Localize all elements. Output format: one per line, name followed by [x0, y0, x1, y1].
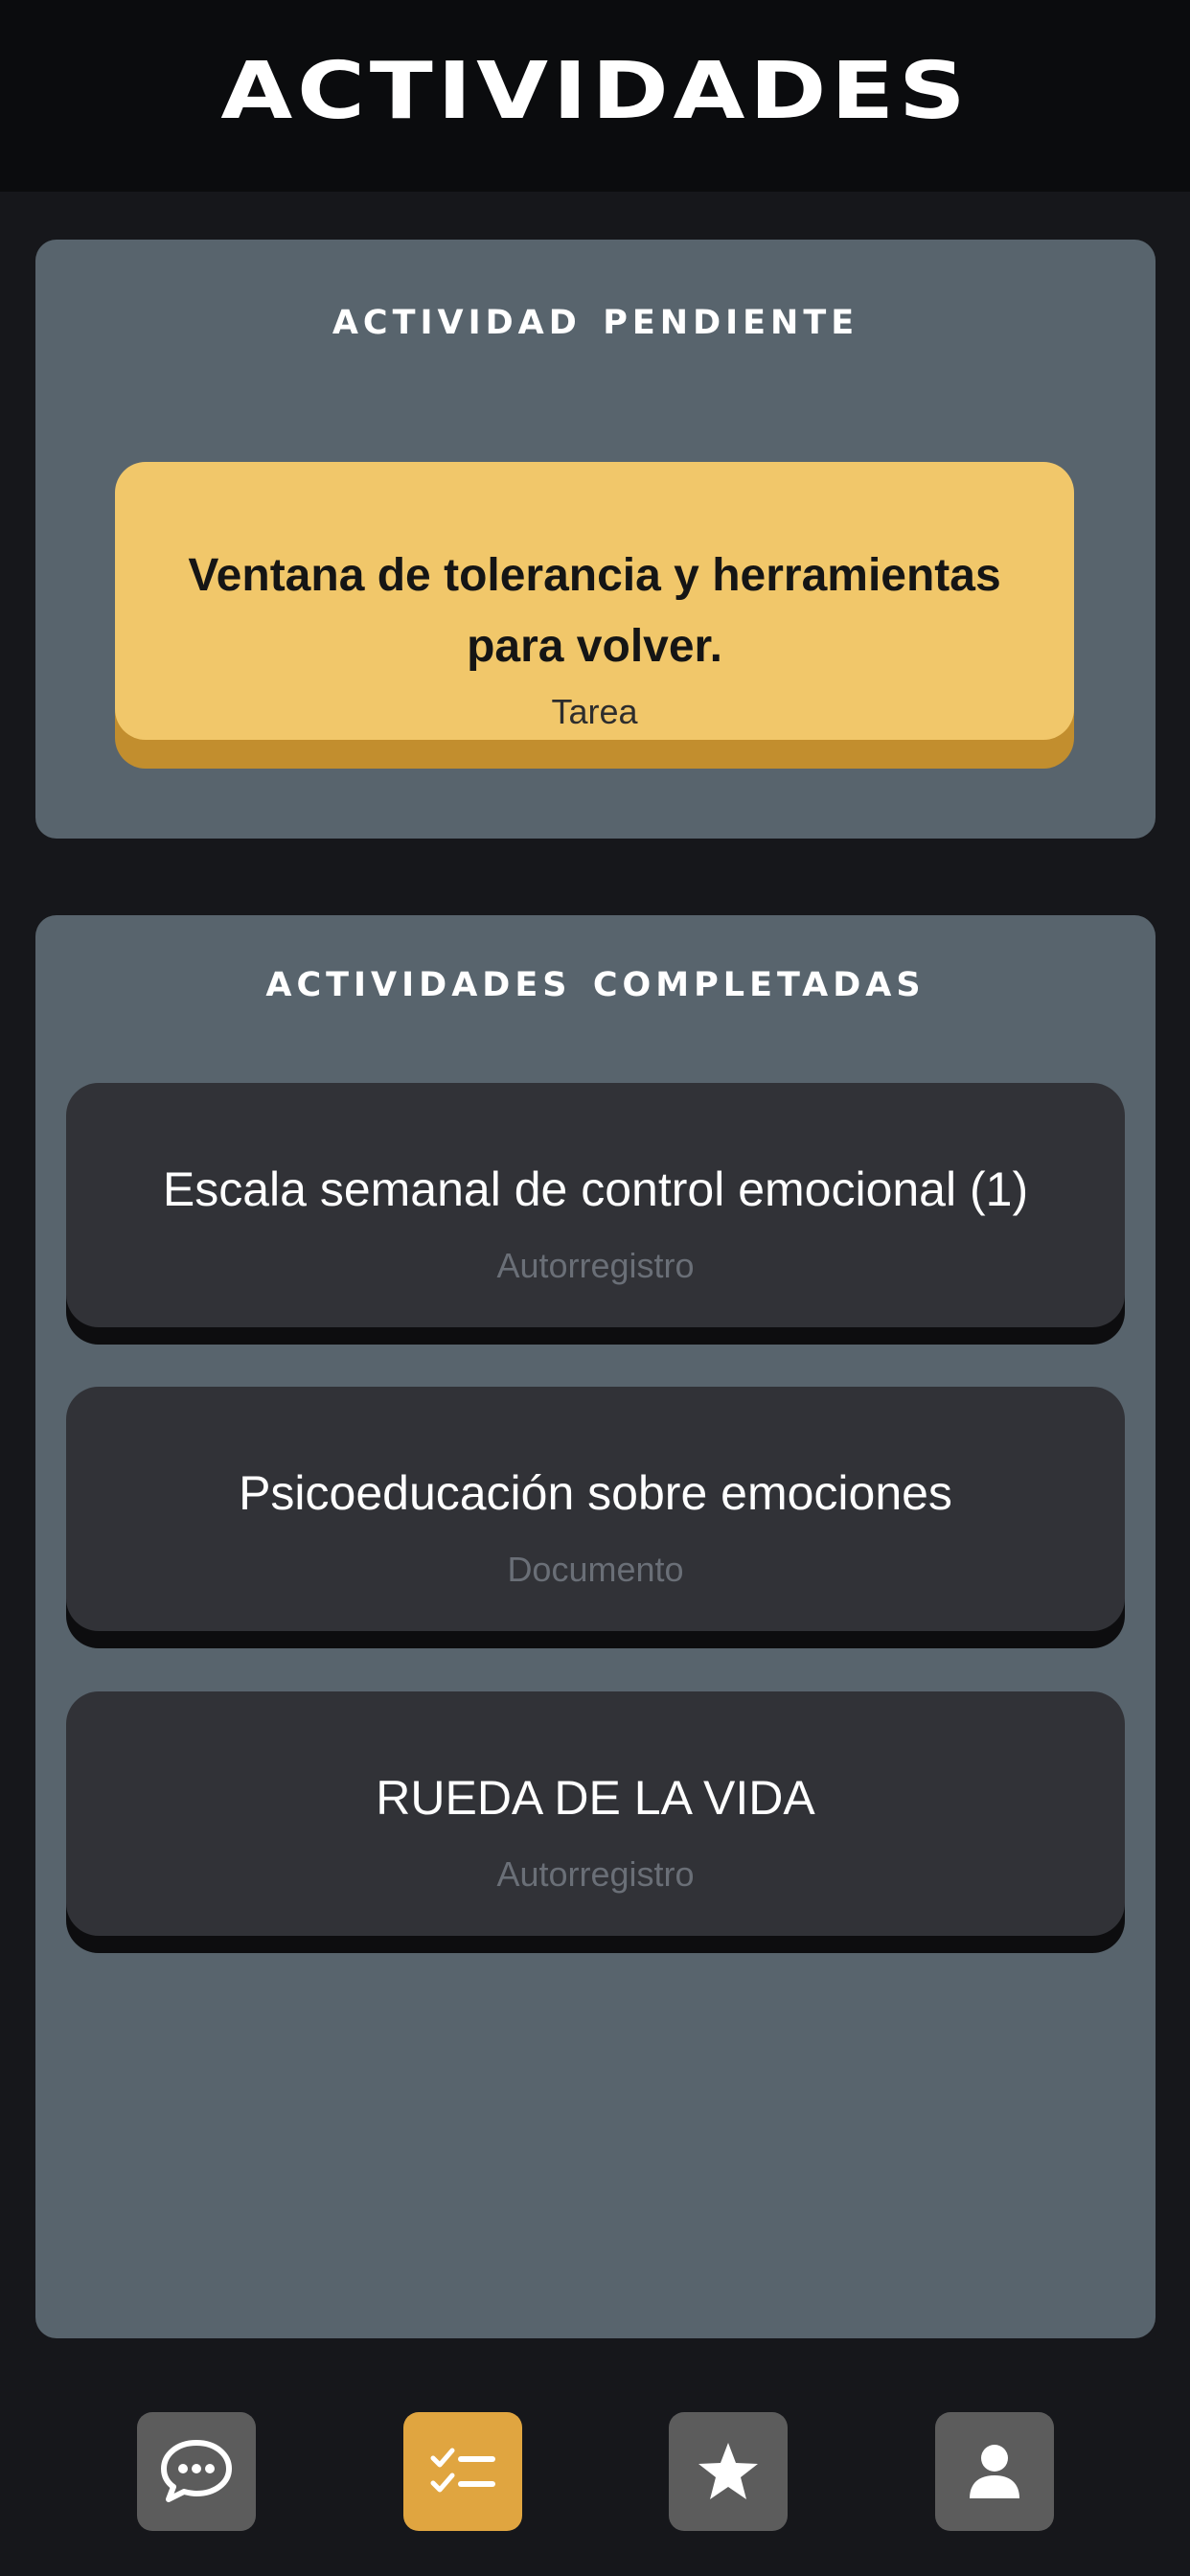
pending-activity-title-line2: para volver. — [467, 621, 722, 672]
completed-activity-card[interactable]: RUEDA DE LA VIDA Autorregistro — [66, 1691, 1125, 1936]
nav-favorites-button[interactable] — [669, 2412, 788, 2531]
completed-activity-title: RUEDA DE LA VIDA — [376, 1771, 815, 1825]
pending-activity-panel: Actividad pendiente Ventana de toleranci… — [35, 240, 1156, 839]
completed-activity-card[interactable]: Psicoeducación sobre emociones Documento — [66, 1387, 1125, 1631]
completed-activity-type: Autorregistro — [496, 1854, 695, 1894]
user-icon — [966, 2443, 1023, 2500]
app-header: ACTIVIDADES — [0, 0, 1190, 192]
completed-activity-title: Psicoeducación sobre emociones — [239, 1466, 952, 1520]
pending-section-title: Actividad pendiente — [332, 289, 859, 345]
pending-activity-title-line1: Ventana de tolerancia y herramientas — [188, 550, 1001, 601]
completed-activity-card[interactable]: Escala semanal de control emocional (1) … — [66, 1083, 1125, 1327]
pending-activity-type: Tarea — [551, 692, 638, 731]
pending-activity-card[interactable]: Ventana de tolerancia y herramientas par… — [115, 462, 1074, 740]
nav-activities-button[interactable] — [403, 2412, 522, 2531]
chat-bubble-icon — [159, 2438, 234, 2505]
completed-activity-title: Escala semanal de control emocional (1) — [162, 1162, 1029, 1216]
page-title: ACTIVIDADES — [219, 45, 971, 137]
completed-activity-type: Documento — [507, 1550, 684, 1589]
star-icon — [697, 2441, 760, 2502]
completed-activity-type: Autorregistro — [496, 1246, 695, 1285]
pending-activity-title: Ventana de tolerancia y herramientas par… — [134, 540, 1055, 682]
nav-chat-button[interactable] — [137, 2412, 256, 2531]
checklist-icon — [429, 2443, 496, 2500]
completed-activities-panel: Actividades completadas Escala semanal d… — [35, 915, 1156, 2338]
nav-profile-button[interactable] — [935, 2412, 1054, 2531]
completed-section-title: Actividades completadas — [265, 952, 926, 1007]
